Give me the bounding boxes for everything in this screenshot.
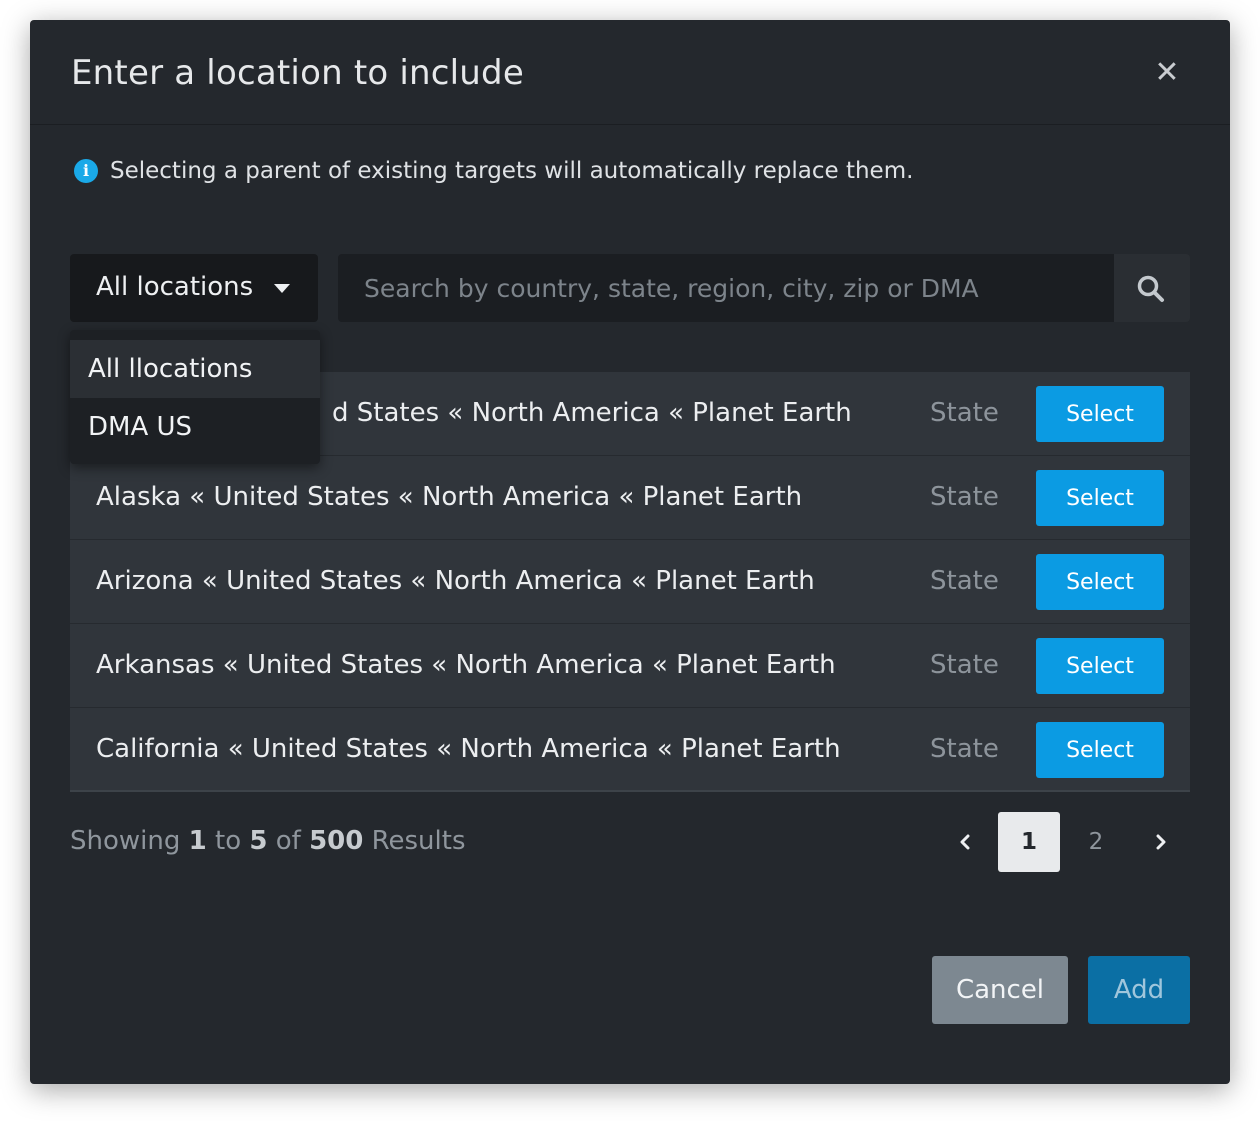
result-type: State	[930, 650, 999, 680]
info-message: i Selecting a parent of existing targets…	[74, 158, 913, 184]
result-type: State	[930, 566, 999, 596]
search-button[interactable]	[1114, 254, 1190, 322]
summary-from: 1	[188, 826, 207, 856]
menu-item-dma-us[interactable]: DMA US	[70, 398, 320, 456]
menu-item-all-locations[interactable]: All llocations	[70, 340, 320, 398]
info-icon: i	[74, 159, 98, 183]
summary-suffix: Results	[371, 826, 466, 856]
location-dialog: Enter a location to include ✕ i Selectin…	[30, 20, 1230, 1084]
page-2-button[interactable]: 2	[1076, 812, 1116, 872]
chevron-left-icon	[960, 834, 970, 850]
result-name: California « United States « North Ameri…	[96, 734, 841, 764]
select-button[interactable]: Select	[1036, 554, 1164, 610]
result-name: Arkansas « United States « North America…	[96, 650, 836, 680]
add-button[interactable]: Add	[1088, 956, 1190, 1024]
location-type-menu: All llocations DMA US	[70, 330, 320, 464]
dialog-title: Enter a location to include	[71, 53, 524, 93]
result-row: Arkansas « United States « North America…	[70, 624, 1190, 708]
result-name: Arizona « United States « North America …	[96, 566, 815, 596]
summary-total: 500	[309, 826, 364, 856]
info-text: Selecting a parent of existing targets w…	[110, 158, 914, 184]
result-type: State	[930, 482, 999, 512]
result-name: Alaska « United States « North America «…	[96, 482, 803, 512]
page-1-button[interactable]: 1	[998, 812, 1060, 872]
result-type: State	[930, 398, 999, 428]
search-input[interactable]	[338, 254, 1114, 322]
close-icon[interactable]: ✕	[1152, 56, 1182, 90]
location-type-dropdown[interactable]: All locations	[70, 254, 318, 322]
results-summary: Showing 1 to 5 of 500 Results	[70, 826, 466, 856]
select-button[interactable]: Select	[1036, 470, 1164, 526]
summary-of-word: of	[275, 826, 301, 856]
select-button[interactable]: Select	[1036, 638, 1164, 694]
prev-page-button[interactable]	[946, 812, 986, 872]
summary-to: 5	[249, 826, 268, 856]
select-button[interactable]: Select	[1036, 386, 1164, 442]
result-row: California « United States « North Ameri…	[70, 708, 1190, 792]
next-page-button[interactable]	[1140, 812, 1180, 872]
summary-to-word: to	[215, 826, 242, 856]
summary-prefix: Showing	[70, 826, 181, 856]
result-type: State	[930, 734, 999, 764]
search-icon	[1137, 275, 1164, 302]
chevron-right-icon	[1156, 834, 1166, 850]
dialog-header: Enter a location to include ✕	[30, 20, 1230, 125]
caret-down-icon	[274, 284, 290, 293]
result-name: d States « North America « Planet Earth	[332, 398, 852, 428]
location-type-selected: All locations	[96, 272, 254, 302]
cancel-button[interactable]: Cancel	[932, 956, 1068, 1024]
result-row: Arizona « United States « North America …	[70, 540, 1190, 624]
select-button[interactable]: Select	[1036, 722, 1164, 778]
result-row: Alaska « United States « North America «…	[70, 456, 1190, 540]
